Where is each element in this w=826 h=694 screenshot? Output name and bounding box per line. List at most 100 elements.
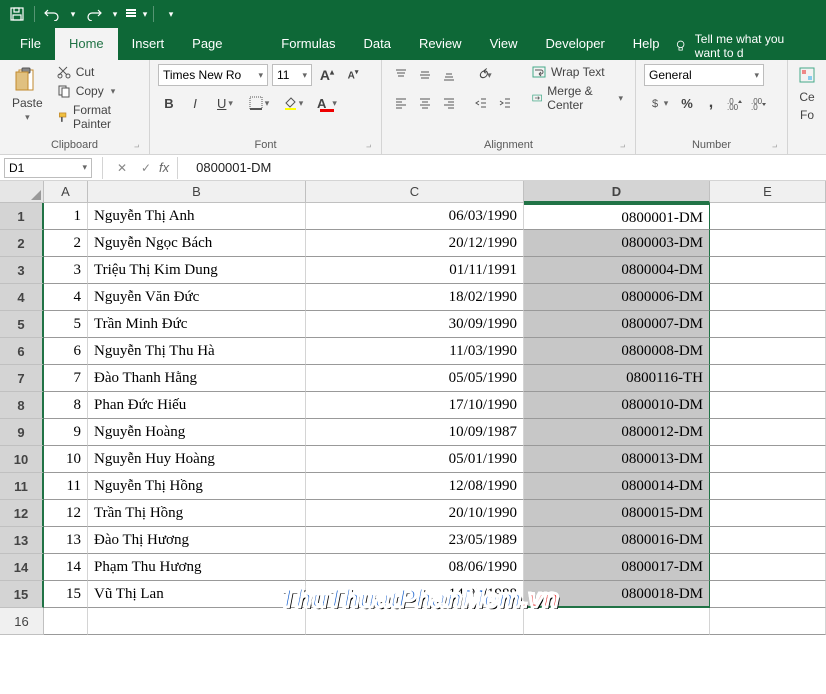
align-right-button[interactable] [438, 92, 460, 114]
font-size-select[interactable]: 11▾ [272, 64, 312, 86]
cell[interactable]: 9 [44, 419, 88, 446]
tab-page-layout[interactable]: Page Layout [178, 28, 267, 60]
cell[interactable]: 06/03/1990 [306, 203, 524, 230]
row-header[interactable]: 11 [0, 473, 44, 500]
cancel-formula-button[interactable]: ✕ [111, 161, 133, 175]
col-header-A[interactable]: A [44, 181, 88, 203]
cell[interactable]: 3 [44, 257, 88, 284]
cell[interactable]: Nguyễn Thị Anh [88, 203, 306, 230]
cell[interactable] [710, 608, 826, 635]
cell[interactable]: 7 [44, 365, 88, 392]
cell[interactable]: 6 [44, 338, 88, 365]
cell[interactable]: 05/01/1990 [306, 446, 524, 473]
fx-icon[interactable]: fx [159, 160, 169, 175]
cell-selected[interactable]: 0800014-DM [524, 473, 710, 500]
increase-indent-button[interactable] [494, 92, 516, 114]
col-header-D[interactable]: D [524, 181, 710, 203]
cell[interactable] [710, 419, 826, 446]
row-header[interactable]: 3 [0, 257, 44, 284]
cell[interactable]: 13 [44, 527, 88, 554]
cell[interactable]: Nguyễn Hoàng [88, 419, 306, 446]
cell[interactable]: 12 [44, 500, 88, 527]
underline-button[interactable]: U▾ [210, 92, 240, 114]
cell-selected[interactable]: 0800015-DM [524, 500, 710, 527]
cell[interactable] [710, 527, 826, 554]
formula-input[interactable]: 0800001-DM [188, 160, 271, 175]
cell[interactable] [710, 365, 826, 392]
font-name-select[interactable]: Times New Ro▾ [158, 64, 268, 86]
col-header-C[interactable]: C [306, 181, 524, 203]
cell[interactable]: Trần Minh Đức [88, 311, 306, 338]
cell[interactable]: 01/11/1991 [306, 257, 524, 284]
decrease-font-button[interactable]: A▾ [342, 64, 364, 86]
undo-button[interactable] [39, 2, 65, 26]
cell[interactable]: 2 [44, 230, 88, 257]
tab-file[interactable]: File [6, 28, 55, 60]
cell[interactable]: 4 [44, 284, 88, 311]
enter-formula-button[interactable]: ✓ [135, 161, 157, 175]
cell[interactable]: Đào Thanh Hằng [88, 365, 306, 392]
cell-selected[interactable]: 0800001-DM [524, 203, 710, 230]
cell-selected[interactable]: 0800007-DM [524, 311, 710, 338]
cell[interactable]: 12/08/1990 [306, 473, 524, 500]
cell[interactable]: Nguyễn Thị Hồng [88, 473, 306, 500]
cell[interactable]: 11/03/1990 [306, 338, 524, 365]
cell[interactable]: 20/10/1990 [306, 500, 524, 527]
cell[interactable]: 14 [44, 554, 88, 581]
merge-center-button[interactable]: Merge & Center▾ [528, 83, 627, 113]
cell[interactable]: Phạm Thu Hương [88, 554, 306, 581]
row-header[interactable]: 15 [0, 581, 44, 608]
tab-insert[interactable]: Insert [118, 28, 179, 60]
save-button[interactable] [4, 2, 30, 26]
align-bottom-button[interactable] [438, 64, 460, 86]
tell-me-search[interactable]: Tell me what you want to d [674, 32, 820, 60]
comma-button[interactable]: , [700, 92, 722, 114]
undo-dropdown[interactable]: ▾ [67, 2, 79, 26]
tab-view[interactable]: View [476, 28, 532, 60]
qat-more-button[interactable]: ▾ [123, 2, 149, 26]
cell-selected[interactable]: 0800017-DM [524, 554, 710, 581]
row-header[interactable]: 7 [0, 365, 44, 392]
align-middle-button[interactable] [414, 64, 436, 86]
cell[interactable]: 14/07/1988 [306, 581, 524, 608]
copy-button[interactable]: Copy▾ [53, 83, 141, 99]
cell[interactable] [710, 473, 826, 500]
cell[interactable]: 08/06/1990 [306, 554, 524, 581]
fill-color-button[interactable]: ▾ [278, 92, 308, 114]
row-header[interactable]: 10 [0, 446, 44, 473]
cell[interactable]: 05/05/1990 [306, 365, 524, 392]
cell[interactable]: 10/09/1987 [306, 419, 524, 446]
decrease-indent-button[interactable] [470, 92, 492, 114]
redo-dropdown[interactable]: ▾ [109, 2, 121, 26]
cell-selected[interactable]: 0800010-DM [524, 392, 710, 419]
cell-selected[interactable]: 0800008-DM [524, 338, 710, 365]
col-header-E[interactable]: E [710, 181, 826, 203]
cell[interactable] [710, 284, 826, 311]
cut-button[interactable]: Cut [53, 64, 141, 80]
qat-customize-button[interactable]: ▾ [158, 2, 184, 26]
cell[interactable]: 15 [44, 581, 88, 608]
increase-decimal-button[interactable]: .0.00 [724, 92, 746, 114]
cell[interactable]: 5 [44, 311, 88, 338]
cell-selected[interactable]: 0800006-DM [524, 284, 710, 311]
row-header[interactable]: 13 [0, 527, 44, 554]
cell[interactable]: Triệu Thị Kim Dung [88, 257, 306, 284]
cell[interactable] [710, 257, 826, 284]
percent-button[interactable]: % [676, 92, 698, 114]
align-center-button[interactable] [414, 92, 436, 114]
cell[interactable] [710, 500, 826, 527]
cell[interactable] [88, 608, 306, 635]
cell[interactable]: Nguyễn Văn Đức [88, 284, 306, 311]
orientation-button[interactable]: ⥀▾ [470, 64, 500, 86]
row-header[interactable]: 1 [0, 203, 44, 230]
tab-data[interactable]: Data [349, 28, 404, 60]
cell[interactable] [710, 392, 826, 419]
cell[interactable] [710, 581, 826, 608]
col-header-B[interactable]: B [88, 181, 306, 203]
align-left-button[interactable] [390, 92, 412, 114]
row-header[interactable]: 4 [0, 284, 44, 311]
name-box[interactable]: D1▾ [4, 158, 92, 178]
decrease-decimal-button[interactable]: .00.0 [748, 92, 770, 114]
cell-selected[interactable]: 0800016-DM [524, 527, 710, 554]
cell-selected[interactable]: 0800003-DM [524, 230, 710, 257]
